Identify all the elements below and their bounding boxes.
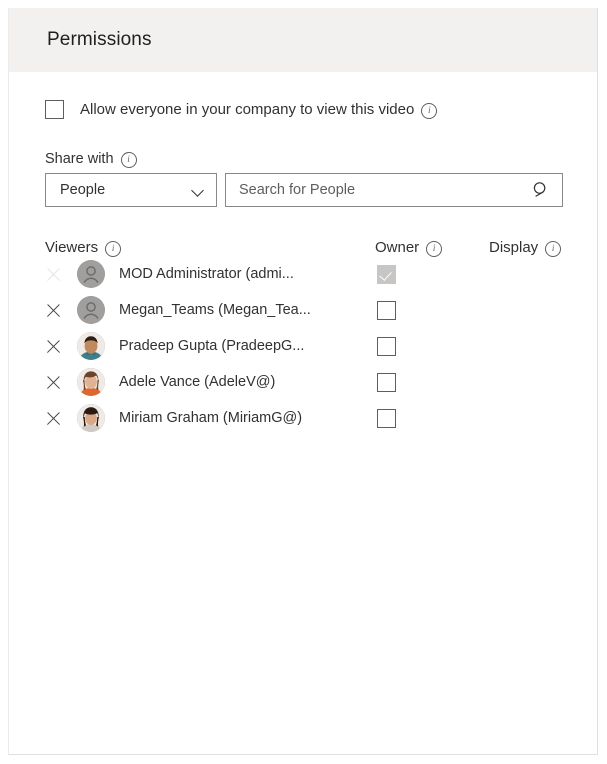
viewer-name: Miriam Graham (MiriamG@)	[119, 410, 303, 426]
column-header-owner-label: Owner	[375, 239, 420, 256]
viewer-cell: Pradeep Gupta (PradeepG...	[45, 332, 375, 360]
allow-everyone-label: Allow everyone in your company to view t…	[80, 101, 415, 118]
viewer-name: Megan_Teams (Megan_Tea...	[119, 302, 311, 318]
allow-everyone-info-icon[interactable]: i	[421, 102, 438, 119]
remove-viewer-icon[interactable]	[45, 374, 62, 391]
permissions-panel: Permissions Allow everyone in your compa…	[8, 8, 598, 755]
share-with-label-group: Share with i	[45, 151, 563, 168]
avatar	[77, 368, 105, 396]
share-with-label: Share with	[45, 151, 114, 167]
column-header-display: Display i	[489, 239, 563, 257]
viewers-table-header: Viewers i Owner i Display i	[45, 239, 563, 257]
table-row: Pradeep Gupta (PradeepG...	[45, 328, 563, 364]
avatar	[77, 260, 105, 288]
owner-checkbox	[377, 264, 396, 284]
display-info-icon[interactable]: i	[545, 240, 562, 257]
remove-viewer-icon	[45, 266, 62, 283]
table-row: Megan_Teams (Megan_Tea...	[45, 292, 563, 328]
page-title: Permissions	[47, 29, 152, 50]
column-header-display-label: Display	[489, 239, 539, 256]
viewers-info-icon[interactable]: i	[105, 240, 122, 257]
share-with-info-icon[interactable]: i	[120, 152, 137, 168]
owner-checkbox[interactable]	[377, 336, 396, 356]
column-header-owner: Owner i	[375, 239, 489, 257]
owner-checkbox[interactable]	[377, 408, 396, 428]
viewer-name: Pradeep Gupta (PradeepG...	[119, 338, 305, 354]
panel-header: Permissions	[9, 8, 597, 72]
owner-info-icon[interactable]: i	[426, 240, 443, 257]
viewer-cell: Miriam Graham (MiriamG@)	[45, 404, 375, 432]
owner-checkbox[interactable]	[377, 372, 396, 392]
table-row: MOD Administrator (admi...	[45, 256, 563, 292]
viewer-name: Adele Vance (AdeleV@)	[119, 374, 276, 390]
owner-cell	[375, 336, 489, 356]
search-input[interactable]: Search for People	[239, 182, 355, 198]
owner-cell	[375, 300, 489, 320]
chevron-down-icon	[192, 184, 205, 197]
remove-viewer-icon[interactable]	[45, 410, 62, 427]
avatar	[77, 296, 105, 324]
viewer-cell: MOD Administrator (admi...	[45, 260, 375, 288]
allow-everyone-checkbox[interactable]	[45, 100, 64, 119]
table-row: Miriam Graham (MiriamG@)	[45, 400, 563, 436]
remove-viewer-icon[interactable]	[45, 302, 62, 319]
viewer-cell: Megan_Teams (Megan_Tea...	[45, 296, 375, 324]
avatar	[77, 404, 105, 432]
owner-cell	[375, 408, 489, 428]
share-controls: People Search for People	[45, 173, 563, 207]
column-header-viewers: Viewers i	[45, 239, 375, 257]
share-with-dropdown[interactable]: People	[45, 173, 217, 207]
panel-body: Allow everyone in your company to view t…	[9, 100, 597, 436]
table-row: Adele Vance (AdeleV@)	[45, 364, 563, 400]
owner-cell	[375, 264, 489, 284]
search-people-field[interactable]: Search for People	[225, 173, 563, 207]
remove-viewer-icon[interactable]	[45, 338, 62, 355]
viewer-cell: Adele Vance (AdeleV@)	[45, 368, 375, 396]
allow-everyone-row: Allow everyone in your company to view t…	[45, 100, 563, 119]
avatar	[77, 332, 105, 360]
owner-checkbox[interactable]	[377, 300, 396, 320]
column-header-viewers-label: Viewers	[45, 239, 99, 256]
share-with-dropdown-value: People	[60, 182, 106, 198]
viewer-name: MOD Administrator (admi...	[119, 266, 294, 282]
search-icon[interactable]	[532, 181, 550, 199]
owner-cell	[375, 372, 489, 392]
